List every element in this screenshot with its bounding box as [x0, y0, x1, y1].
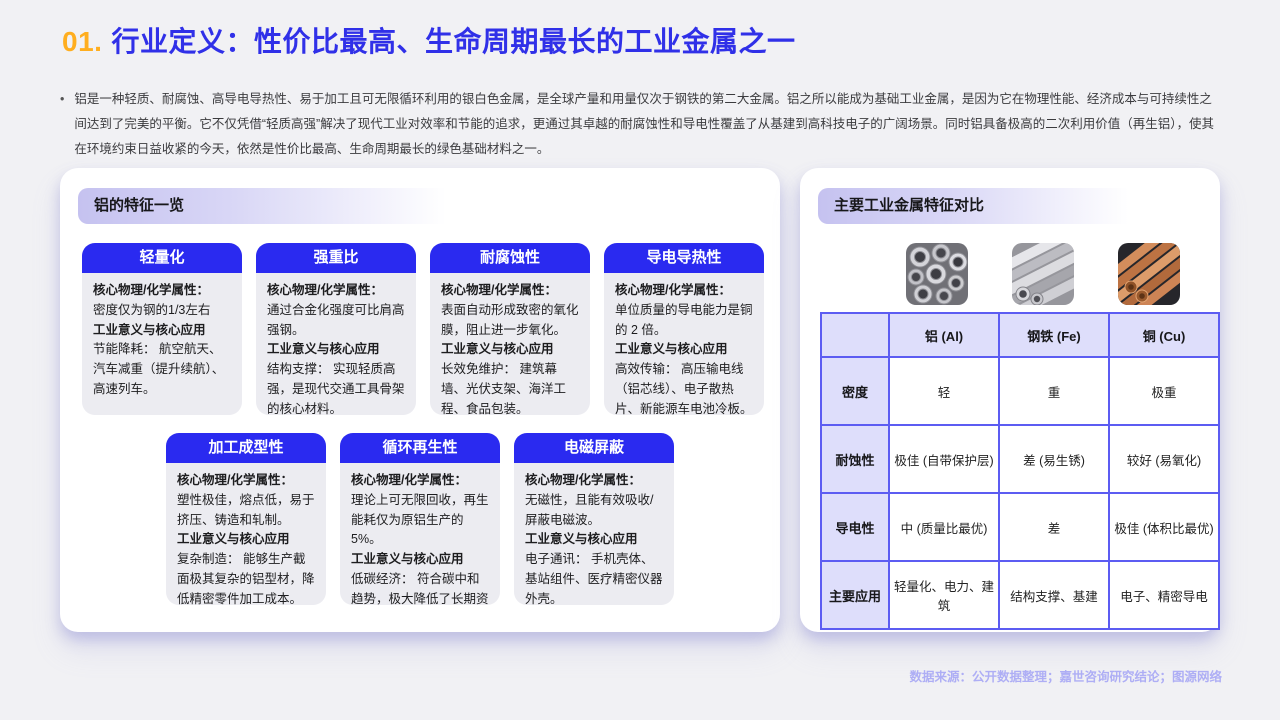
table-cell: 中 (质量比最优) — [889, 493, 999, 561]
table-col-header-copper: 铜 (Cu) — [1109, 313, 1219, 357]
metal-comparison-panel: 主要工业金属特征对比 — [800, 168, 1220, 632]
attr-text: 单位质量的导电能力是铜的 2 倍。 — [615, 301, 753, 341]
app-text: 结构支撑： 实现轻质高强，是现代交通工具骨架的核心材料。 — [267, 360, 405, 415]
attr-label: 核心物理/化学属性： — [267, 281, 405, 301]
attr-text: 通过合金化强度可比肩高强钢。 — [267, 301, 405, 341]
attr-label: 核心物理/化学属性： — [525, 471, 663, 491]
feature-cards-row-1: 轻量化 核心物理/化学属性： 密度仅为钢的1/3左右 工业意义与核心应用 节能降… — [82, 243, 780, 415]
steel-tubes-image — [1012, 243, 1074, 305]
right-panel-header: 主要工业金属特征对比 — [818, 188, 1148, 224]
table-cell: 极佳 (体积比最优) — [1109, 493, 1219, 561]
feature-card-formability: 加工成型性 核心物理/化学属性： 塑性极佳，熔点低，易于挤压、铸造和轧制。 工业… — [166, 433, 326, 605]
table-cell: 极佳 (自带保护层) — [889, 425, 999, 493]
page-title-text: 行业定义：性价比最高、生命周期最长的工业金属之一 — [111, 26, 795, 57]
app-label: 工业意义与核心应用 — [441, 340, 579, 360]
app-text: 低碳经济： 符合碳中和趋势，极大降低了长期资源消耗和碳足迹。 — [351, 570, 489, 605]
table-header-row: 铝 (Al) 钢铁 (Fe) 铜 (Cu) — [821, 313, 1219, 357]
app-label: 工业意义与核心应用 — [615, 340, 753, 360]
attr-text: 理论上可无限回收，再生能耗仅为原铝生产的 5%。 — [351, 491, 489, 550]
table-cell: 结构支撑、基建 — [999, 561, 1109, 629]
app-label: 工业意义与核心应用 — [351, 550, 489, 570]
attr-label: 核心物理/化学属性： — [441, 281, 579, 301]
table-col-header-empty — [821, 313, 889, 357]
table-cell: 差 — [999, 493, 1109, 561]
table-cell: 较好 (易氧化) — [1109, 425, 1219, 493]
feature-card-corrosion: 耐腐蚀性 核心物理/化学属性： 表面自动形成致密的氧化膜，阻止进一步氧化。 工业… — [430, 243, 590, 415]
app-text: 高效传输： 高压输电线（铝芯线）、电子散热片、新能源车电池冷板。 — [615, 360, 753, 415]
data-source-note: 数据来源：公开数据整理；嘉世咨询研究结论；图源网络 — [909, 666, 1222, 685]
app-label: 工业意义与核心应用 — [267, 340, 405, 360]
aluminum-features-panel: 铝的特征一览 轻量化 核心物理/化学属性： 密度仅为钢的1/3左右 工业意义与核… — [60, 168, 780, 632]
feature-card-conductivity: 导电导热性 核心物理/化学属性： 单位质量的导电能力是铜的 2 倍。 工业意义与… — [604, 243, 764, 415]
app-text: 长效免维护： 建筑幕墙、光伏支架、海洋工程、食品包装。 — [441, 360, 579, 415]
intro-text: 铝是一种轻质、耐腐蚀、高导电导热性、易于加工且可无限循环利用的银白色金属，是全球… — [74, 87, 1224, 162]
table-col-header-aluminum: 铝 (Al) — [889, 313, 999, 357]
feature-card-lightweight: 轻量化 核心物理/化学属性： 密度仅为钢的1/3左右 工业意义与核心应用 节能降… — [82, 243, 242, 415]
aluminum-tubes-image — [906, 243, 968, 305]
left-panel-header: 铝的特征一览 — [78, 188, 470, 224]
table-row-label: 导电性 — [821, 493, 889, 561]
attr-label: 核心物理/化学属性： — [615, 281, 753, 301]
table-row-corrosion: 耐蚀性 极佳 (自带保护层) 差 (易生锈) 较好 (易氧化) — [821, 425, 1219, 493]
table-cell: 差 (易生锈) — [999, 425, 1109, 493]
table-cell: 轻量化、电力、建筑 — [889, 561, 999, 629]
page-title: 01. 行业定义：性价比最高、生命周期最长的工业金属之一 — [62, 20, 795, 60]
table-cell: 重 — [999, 357, 1109, 425]
page-title-number: 01. — [62, 26, 102, 57]
intro-paragraph: • 铝是一种轻质、耐腐蚀、高导电导热性、易于加工且可无限循环利用的银白色金属，是… — [60, 87, 1224, 162]
table-cell: 轻 — [889, 357, 999, 425]
feature-card-title: 导电导热性 — [604, 243, 764, 273]
table-row-label: 耐蚀性 — [821, 425, 889, 493]
table-row-label: 密度 — [821, 357, 889, 425]
table-col-header-steel: 钢铁 (Fe) — [999, 313, 1109, 357]
table-row-applications: 主要应用 轻量化、电力、建筑 结构支撑、基建 电子、精密导电 — [821, 561, 1219, 629]
app-text: 电子通讯： 手机壳体、基站组件、医疗精密仪器外壳。 — [525, 550, 663, 605]
app-text: 节能降耗： 航空航天、汽车减重（提升续航）、高速列车。 — [93, 340, 231, 399]
feature-card-title: 循环再生性 — [340, 433, 500, 463]
feature-card-strength-ratio: 强重比 核心物理/化学属性： 通过合金化强度可比肩高强钢。 工业意义与核心应用 … — [256, 243, 416, 415]
attr-text: 表面自动形成致密的氧化膜，阻止进一步氧化。 — [441, 301, 579, 341]
feature-card-title: 轻量化 — [82, 243, 242, 273]
app-label: 工业意义与核心应用 — [525, 530, 663, 550]
table-row-conductivity: 导电性 中 (质量比最优) 差 极佳 (体积比最优) — [821, 493, 1219, 561]
attr-text: 无磁性，且能有效吸收/屏蔽电磁波。 — [525, 491, 663, 531]
table-cell: 电子、精密导电 — [1109, 561, 1219, 629]
attr-label: 核心物理/化学属性： — [177, 471, 315, 491]
attr-label: 核心物理/化学属性： — [93, 281, 231, 301]
app-label: 工业意义与核心应用 — [177, 530, 315, 550]
table-cell: 极重 — [1109, 357, 1219, 425]
attr-text: 密度仅为钢的1/3左右 — [93, 301, 231, 321]
feature-card-title: 加工成型性 — [166, 433, 326, 463]
feature-card-title: 强重比 — [256, 243, 416, 273]
feature-card-title: 电磁屏蔽 — [514, 433, 674, 463]
feature-card-recyclability: 循环再生性 核心物理/化学属性： 理论上可无限回收，再生能耗仅为原铝生产的 5%… — [340, 433, 500, 605]
app-text: 复杂制造： 能够生产截面极其复杂的铝型材，降低精密零件加工成本。 — [177, 550, 315, 605]
table-row-label: 主要应用 — [821, 561, 889, 629]
attr-label: 核心物理/化学属性： — [351, 471, 489, 491]
feature-card-emi-shielding: 电磁屏蔽 核心物理/化学属性： 无磁性，且能有效吸收/屏蔽电磁波。 工业意义与核… — [514, 433, 674, 605]
bullet-glyph: • — [60, 87, 64, 162]
attr-text: 塑性极佳，熔点低，易于挤压、铸造和轧制。 — [177, 491, 315, 531]
metal-images-row — [800, 243, 1220, 305]
app-label: 工业意义与核心应用 — [93, 321, 231, 341]
table-row-density: 密度 轻 重 极重 — [821, 357, 1219, 425]
copper-tubes-image — [1118, 243, 1180, 305]
feature-card-title: 耐腐蚀性 — [430, 243, 590, 273]
metal-comparison-table: 铝 (Al) 钢铁 (Fe) 铜 (Cu) 密度 轻 重 极重 耐蚀性 极佳 (… — [820, 312, 1220, 630]
feature-cards-row-2: 加工成型性 核心物理/化学属性： 塑性极佳，熔点低，易于挤压、铸造和轧制。 工业… — [60, 433, 780, 605]
